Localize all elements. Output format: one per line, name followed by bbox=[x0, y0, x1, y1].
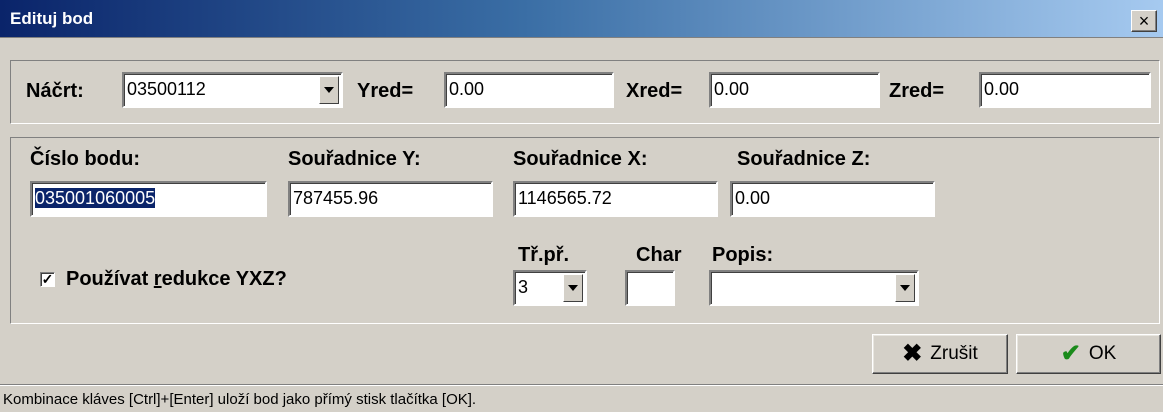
yred-value: 0.00 bbox=[449, 79, 485, 99]
use-reductions-checkbox[interactable]: ✓ bbox=[40, 272, 55, 287]
cancel-label: Zrušit bbox=[930, 343, 978, 364]
class-select[interactable]: 3 bbox=[513, 270, 587, 306]
coord-y-label: Souřadnice Y: bbox=[288, 148, 421, 170]
sketch-select[interactable]: 03500112 bbox=[122, 72, 343, 108]
point-number-input[interactable]: 035001060005 bbox=[30, 181, 267, 217]
close-button[interactable]: × bbox=[1131, 10, 1157, 32]
chevron-down-icon[interactable] bbox=[319, 76, 339, 104]
coord-x-input[interactable]: 1146565.72 bbox=[513, 181, 718, 217]
status-bar: Kombinace kláves [Ctrl]+[Enter] uloží bo… bbox=[0, 384, 1163, 412]
ok-button[interactable]: ✔ OK bbox=[1016, 334, 1161, 374]
zred-label: Zred= bbox=[889, 80, 945, 102]
chevron-down-icon[interactable] bbox=[563, 274, 583, 302]
point-number-label: Číslo bodu: bbox=[30, 148, 140, 170]
xred-label: Xred= bbox=[626, 80, 683, 102]
description-label: Popis: bbox=[712, 244, 774, 266]
xred-value: 0.00 bbox=[714, 79, 750, 99]
char-input[interactable] bbox=[625, 270, 675, 306]
cancel-button[interactable]: ✖ Zrušit bbox=[872, 334, 1008, 374]
zred-value: 0.00 bbox=[984, 79, 1020, 99]
coord-x-value: 1146565.72 bbox=[518, 188, 612, 208]
use-reductions-label[interactable]: Používat redukce YXZ? bbox=[66, 268, 287, 291]
coord-z-input[interactable]: 0.00 bbox=[730, 181, 935, 217]
class-value: 3 bbox=[518, 277, 529, 297]
coord-z-label: Souřadnice Z: bbox=[737, 148, 871, 170]
x-icon: ✖ bbox=[902, 340, 923, 367]
coord-y-value: 787455.96 bbox=[293, 188, 379, 208]
point-number-value: 035001060005 bbox=[35, 188, 156, 208]
sketch-value: 03500112 bbox=[127, 79, 206, 99]
status-text: Kombinace kláves [Ctrl]+[Enter] uloží bo… bbox=[3, 391, 477, 408]
window-title: Edituj bod bbox=[10, 9, 94, 28]
yred-input[interactable]: 0.00 bbox=[444, 72, 614, 108]
char-label: Char bbox=[636, 244, 682, 266]
checkmark-icon: ✔ bbox=[1060, 340, 1081, 367]
xred-input[interactable]: 0.00 bbox=[709, 72, 880, 108]
zred-input[interactable]: 0.00 bbox=[979, 72, 1151, 108]
coord-y-input[interactable]: 787455.96 bbox=[288, 181, 493, 217]
close-icon: × bbox=[1138, 11, 1150, 31]
ok-label: OK bbox=[1088, 343, 1117, 364]
chevron-down-icon[interactable] bbox=[895, 274, 915, 302]
coord-z-value: 0.00 bbox=[735, 188, 771, 208]
yred-label: Yred= bbox=[357, 80, 414, 102]
coord-x-label: Souřadnice X: bbox=[513, 148, 648, 170]
sketch-label: Náčrt: bbox=[26, 80, 84, 102]
class-label: Tř.př. bbox=[518, 244, 570, 266]
checkmark-icon: ✓ bbox=[41, 271, 54, 287]
description-select[interactable] bbox=[709, 270, 919, 306]
title-bar[interactable]: Edituj bod × bbox=[0, 0, 1163, 38]
